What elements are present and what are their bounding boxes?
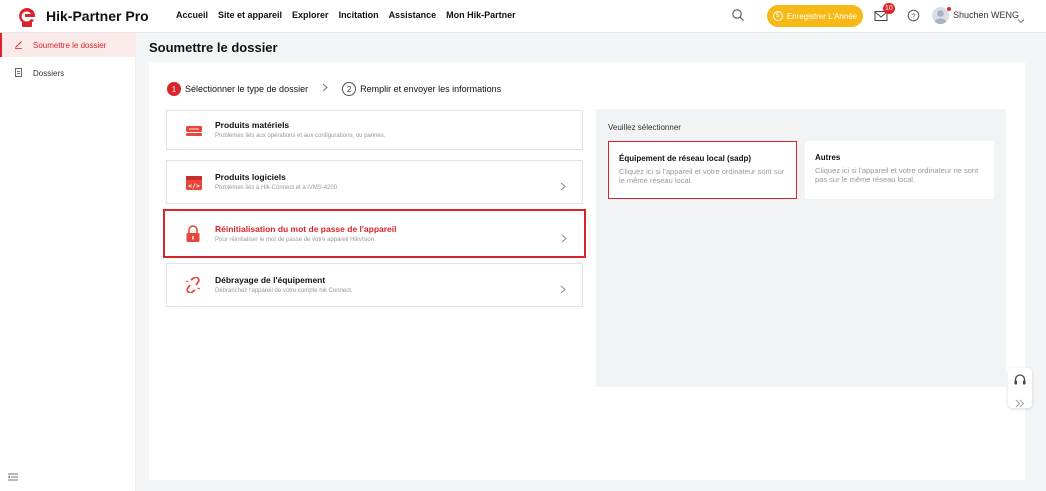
choice-local-network-sadp[interactable]: Équipement de réseau local (sadp) Clique… <box>608 141 797 199</box>
choice-others[interactable]: Autres Cliquez ici si l'appareil et votr… <box>805 141 994 199</box>
option-description: Débranchez l'appareil de votre compte hi… <box>215 288 353 294</box>
option-unbind-equipment[interactable]: Débrayage de l'équipement Débranchez l'a… <box>166 263 583 307</box>
nav-site-et-appareil[interactable]: Site et appareil <box>218 10 282 20</box>
sidebar-item-dossiers[interactable]: Dossiers <box>0 61 136 85</box>
step-1-label: Sélectionner le type de dossier <box>185 84 309 94</box>
username[interactable]: Shuchen WENG <box>953 10 1019 20</box>
sidebar: Soumettre le dossier Dossiers <box>0 33 136 491</box>
main-nav: Accueil Site et appareil Explorer Incita… <box>176 10 516 20</box>
step-2-number: 2 <box>342 82 357 96</box>
option-title: Réinitialisation du mot de passe de l'ap… <box>215 224 397 234</box>
svg-text:?: ? <box>911 11 915 20</box>
chevron-down-icon[interactable] <box>1017 11 1025 29</box>
option-description: Problèmes liés aux opérations et aux con… <box>215 133 386 139</box>
nav-assistance[interactable]: Assistance <box>389 10 437 20</box>
hik-partner-logo-icon[interactable] <box>16 6 38 28</box>
help-icon[interactable]: ? <box>907 9 920 27</box>
step-1-number: 1 <box>167 82 181 96</box>
sidebar-item-label: Dossiers <box>33 68 65 78</box>
main-card: 1 Sélectionner le type de dossier 2 Remp… <box>149 62 1025 480</box>
brand-name[interactable]: Hik-Partner Pro <box>46 8 149 24</box>
option-description: Pour réinitialiser le mot de passe de vo… <box>215 237 376 243</box>
nav-mon-hik-partner[interactable]: Mon Hik-Partner <box>446 10 516 20</box>
sidebar-item-submit-case[interactable]: Soumettre le dossier <box>0 33 136 57</box>
option-title: Débrayage de l'équipement <box>215 275 326 285</box>
step-2-label: Remplir et envoyer les informations <box>360 84 502 94</box>
step-indicator: 1 Sélectionner le type de dossier 2 Remp… <box>167 82 501 96</box>
nav-incitation[interactable]: Incitation <box>339 10 379 20</box>
collapse-menu-icon[interactable] <box>7 468 18 486</box>
svg-text:</>: </> <box>188 182 200 190</box>
edit-icon <box>14 40 23 51</box>
register-year-label: Enregistrer L'Année <box>786 11 858 21</box>
nav-explorer[interactable]: Explorer <box>292 10 329 20</box>
page-title: Soumettre le dossier <box>149 40 278 55</box>
option-hardware-products[interactable]: Produits matériels Problèmes liés aux op… <box>166 110 583 150</box>
option-software-products[interactable]: </> Produits logiciels Problèmes liés à … <box>166 160 583 204</box>
choice-description: Cliquez ici si l'appareil et votre ordin… <box>619 167 785 185</box>
lock-icon <box>185 225 201 248</box>
mail-count-badge: 10 <box>883 3 895 14</box>
chevron-right-icon <box>322 83 328 95</box>
choice-title: Autres <box>815 153 841 162</box>
chevron-right-icon <box>560 281 566 299</box>
register-year-button[interactable]: $ Enregistrer L'Année <box>767 5 863 27</box>
option-title: Produits logiciels <box>215 172 286 182</box>
software-code-icon: </> <box>185 175 203 196</box>
unlink-icon <box>185 276 201 298</box>
option-reset-device-password[interactable]: Réinitialisation du mot de passe de l'ap… <box>163 209 586 258</box>
choice-description: Cliquez ici si l'appareil et votre ordin… <box>815 166 979 184</box>
coin-icon: $ <box>772 11 783 21</box>
chevron-right-icon <box>560 178 566 196</box>
nav-accueil[interactable]: Accueil <box>176 10 208 20</box>
search-icon[interactable] <box>731 8 745 27</box>
document-icon <box>14 67 23 79</box>
choice-title: Équipement de réseau local (sadp) <box>619 154 752 163</box>
option-description: Problèmes liés à Hik-Connect et à iVMS-4… <box>215 185 339 191</box>
support-widget <box>1008 368 1032 408</box>
sidebar-item-label: Soumettre le dossier <box>33 40 107 50</box>
top-bar: Hik-Partner Pro Accueil Site et appareil… <box>0 0 1046 33</box>
option-title: Produits matériels <box>215 120 290 130</box>
headset-icon[interactable] <box>1013 373 1027 392</box>
panel-label: Veuillez sélectionner <box>608 123 681 132</box>
hardware-icon <box>185 122 203 143</box>
sub-option-panel: Veuillez sélectionner Équipement de rése… <box>596 109 1006 387</box>
chevron-right-icon <box>561 230 567 248</box>
notification-dot <box>947 7 951 11</box>
expand-double-chevron-icon[interactable] <box>1015 395 1025 413</box>
